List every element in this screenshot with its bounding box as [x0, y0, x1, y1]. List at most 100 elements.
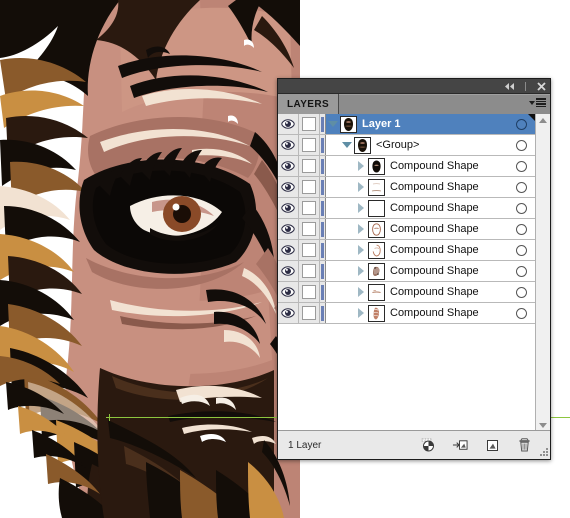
layer-row-body[interactable]: Compound Shape	[326, 219, 507, 239]
target-circle[interactable]	[507, 240, 535, 260]
target-circle[interactable]	[507, 135, 535, 155]
tab-layers-label: LAYERS	[287, 98, 330, 110]
layer-thumbnail	[368, 262, 385, 280]
layers-panel[interactable]: LAYERS Layer 1 <Group> Compound Shape Compo…	[277, 78, 551, 460]
panel-menu-icon[interactable]	[529, 98, 546, 107]
visibility-toggle-eye-icon[interactable]	[278, 240, 299, 260]
visibility-toggle-eye-icon[interactable]	[278, 303, 299, 323]
tab-layers[interactable]: LAYERS	[278, 94, 340, 114]
visibility-toggle-eye-icon[interactable]	[278, 219, 299, 239]
target-circle[interactable]	[507, 282, 535, 302]
layers-rows: Layer 1 <Group> Compound Shape Compound Sha…	[278, 114, 535, 324]
panel-resize-grip[interactable]	[539, 448, 548, 457]
target-circle[interactable]	[507, 219, 535, 239]
visibility-toggle-eye-icon[interactable]	[278, 156, 299, 176]
layer-thumbnail	[340, 115, 357, 133]
layer-row[interactable]: Compound Shape	[278, 198, 535, 219]
separator	[519, 80, 531, 92]
layer-row[interactable]: Layer 1	[278, 114, 535, 135]
target-circle[interactable]	[507, 303, 535, 323]
create-new-sublayer-icon[interactable]	[452, 437, 468, 453]
lock-box-icon	[302, 243, 316, 257]
layer-thumbnail	[368, 199, 385, 217]
disclosure-triangle-right-icon[interactable]	[354, 224, 368, 234]
layer-row-body[interactable]: Layer 1	[326, 114, 507, 134]
lock-toggle[interactable]	[299, 282, 320, 302]
layer-row[interactable]: Compound Shape	[278, 219, 535, 240]
layer-row-body[interactable]: Compound Shape	[326, 282, 507, 302]
disclosure-triangle-right-icon[interactable]	[354, 203, 368, 213]
close-icon[interactable]	[535, 80, 547, 92]
disclosure-triangle-down-icon[interactable]	[340, 142, 354, 148]
layer-row[interactable]: Compound Shape	[278, 156, 535, 177]
lock-box-icon	[302, 180, 316, 194]
layer-row-body[interactable]: <Group>	[326, 135, 507, 155]
layer-row-body[interactable]: Compound Shape	[326, 156, 507, 176]
lock-box-icon	[302, 159, 316, 173]
delete-selection-icon[interactable]	[516, 437, 532, 453]
lock-box-icon	[302, 222, 316, 236]
layer-row[interactable]: Compound Shape	[278, 282, 535, 303]
disclosure-triangle-right-icon[interactable]	[354, 245, 368, 255]
layer-row-body[interactable]: Compound Shape	[326, 177, 507, 197]
lock-toggle[interactable]	[299, 156, 320, 176]
layer-row-body[interactable]: Compound Shape	[326, 240, 507, 260]
target-circle[interactable]	[507, 261, 535, 281]
layer-name-label: Layer 1	[362, 118, 401, 130]
layer-row[interactable]: Compound Shape	[278, 177, 535, 198]
chevron-down-icon	[529, 100, 535, 105]
layer-row-body[interactable]: Compound Shape	[326, 303, 507, 323]
lock-toggle[interactable]	[299, 303, 320, 323]
target-circle[interactable]	[507, 114, 535, 134]
visibility-toggle-eye-icon[interactable]	[278, 198, 299, 218]
hamburger-icon	[536, 98, 546, 107]
layer-name-label: Compound Shape	[390, 307, 479, 319]
disclosure-triangle-right-icon[interactable]	[354, 161, 368, 171]
disclosure-triangle-right-icon[interactable]	[354, 308, 368, 318]
layer-name-label: Compound Shape	[390, 265, 479, 277]
make-release-clipping-mask-icon[interactable]	[420, 437, 436, 453]
layer-thumbnail	[368, 283, 385, 301]
layers-scrollbar[interactable]	[535, 114, 550, 431]
layer-count-label: 1 Layer	[288, 439, 322, 451]
target-circle[interactable]	[507, 177, 535, 197]
collapse-to-icons-icon[interactable]	[503, 80, 515, 92]
layer-row-body[interactable]: Compound Shape	[326, 198, 507, 218]
scrollbar-track[interactable]	[536, 126, 550, 419]
layer-row[interactable]: Compound Shape	[278, 303, 535, 324]
lock-toggle[interactable]	[299, 177, 320, 197]
visibility-toggle-eye-icon[interactable]	[278, 135, 299, 155]
layer-thumbnail	[368, 220, 385, 238]
scroll-up-arrow-icon[interactable]	[539, 114, 547, 126]
lock-toggle[interactable]	[299, 114, 320, 134]
layer-row-body[interactable]: Compound Shape	[326, 261, 507, 281]
disclosure-triangle-right-icon[interactable]	[354, 287, 368, 297]
lock-toggle[interactable]	[299, 240, 320, 260]
layer-row[interactable]: Compound Shape	[278, 240, 535, 261]
layers-list-area[interactable]: Layer 1 <Group> Compound Shape Compound Sha…	[278, 114, 550, 431]
panel-tab-bar[interactable]: LAYERS	[278, 94, 550, 115]
layer-row[interactable]: Compound Shape	[278, 261, 535, 282]
panel-title-bar[interactable]	[278, 79, 550, 94]
layer-name-label: Compound Shape	[390, 223, 479, 235]
layer-name-label: Compound Shape	[390, 160, 479, 172]
visibility-toggle-eye-icon[interactable]	[278, 282, 299, 302]
disclosure-triangle-right-icon[interactable]	[354, 266, 368, 276]
lock-toggle[interactable]	[299, 261, 320, 281]
lock-box-icon	[302, 117, 316, 131]
visibility-toggle-eye-icon[interactable]	[278, 261, 299, 281]
target-circle[interactable]	[507, 156, 535, 176]
create-new-layer-icon[interactable]	[484, 437, 500, 453]
layer-row[interactable]: <Group>	[278, 135, 535, 156]
target-circle[interactable]	[507, 198, 535, 218]
lock-toggle[interactable]	[299, 198, 320, 218]
visibility-toggle-eye-icon[interactable]	[278, 177, 299, 197]
disclosure-triangle-down-icon[interactable]	[326, 121, 340, 127]
lock-toggle[interactable]	[299, 135, 320, 155]
layers-rows-viewport[interactable]: Layer 1 <Group> Compound Shape Compound Sha…	[278, 114, 535, 431]
smart-guide-right	[551, 417, 570, 418]
lock-toggle[interactable]	[299, 219, 320, 239]
lock-box-icon	[302, 285, 316, 299]
visibility-toggle-eye-icon[interactable]	[278, 114, 299, 134]
disclosure-triangle-right-icon[interactable]	[354, 182, 368, 192]
